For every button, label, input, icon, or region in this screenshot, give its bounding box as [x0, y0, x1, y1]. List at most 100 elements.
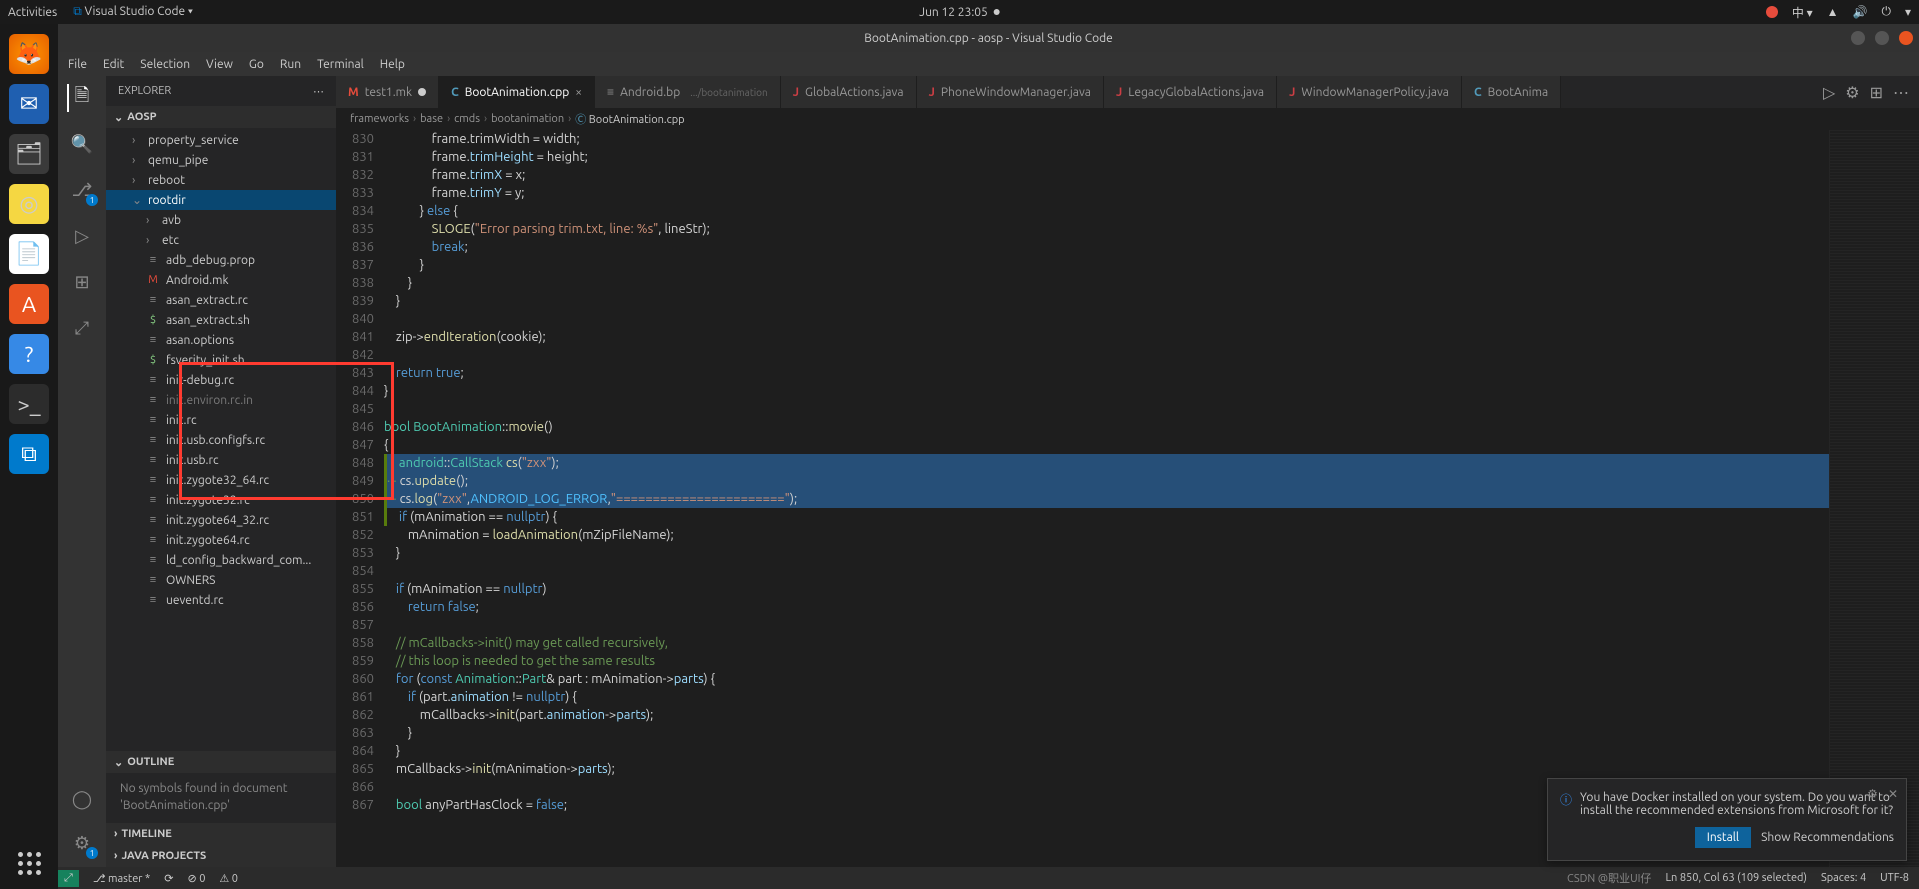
file-init-usb-configfs-rc[interactable]: ≡init.usb.configfs.rc [106, 430, 336, 450]
indent-status[interactable]: Spaces: 4 [1821, 872, 1866, 884]
code-editor[interactable]: 8308318328338348358368378388398408418428… [336, 130, 1919, 867]
activities-button[interactable]: Activities [8, 6, 57, 19]
timeline-section[interactable]: › TIMELINE [106, 823, 336, 845]
thunderbird-icon[interactable]: ✉ [9, 84, 49, 124]
tab-legacyglobalactions-java[interactable]: JLegacyGlobalActions.java [1104, 76, 1277, 108]
tab-bootanimation-cpp[interactable]: CBootAnimation.cpp× [439, 76, 595, 108]
minimize-button[interactable] [1851, 31, 1865, 45]
tab-windowmanagerpolicy-java[interactable]: JWindowManagerPolicy.java [1277, 76, 1462, 108]
warnings-count[interactable]: ⚠ 0 [219, 872, 238, 885]
file-owners[interactable]: ≡OWNERS [106, 570, 336, 590]
libreoffice-icon[interactable]: 📄 [9, 234, 49, 274]
tab-close-icon[interactable]: × [575, 86, 582, 99]
minimap[interactable] [1829, 130, 1919, 867]
remote-activity[interactable]: ⤢ [68, 314, 96, 342]
menu-file[interactable]: File [68, 58, 87, 71]
file-asan-extract-sh[interactable]: $asan_extract.sh [106, 310, 336, 330]
sync-button[interactable]: ⟳ [164, 872, 173, 885]
folder-qemu-pipe[interactable]: qemu_pipe [106, 150, 336, 170]
help-icon[interactable]: ? [9, 334, 49, 374]
file-asan-options[interactable]: ≡asan.options [106, 330, 336, 350]
file-android-mk[interactable]: MAndroid.mk [106, 270, 336, 290]
folder-reboot[interactable]: reboot [106, 170, 336, 190]
settings-gear-icon[interactable]: ⚙1 [68, 829, 96, 857]
errors-count[interactable]: ⊘ 0 [187, 872, 205, 885]
run-icon[interactable]: ▷ [1823, 83, 1835, 102]
tab-test1-mk[interactable]: Mtest1.mk [336, 76, 439, 108]
app-menu[interactable]: ⧉ Visual Studio Code ▾ [73, 5, 193, 19]
file-init-rc[interactable]: ≡init.rc [106, 410, 336, 430]
gear-icon[interactable]: ⚙ [1845, 83, 1859, 102]
tab-phonewindowmanager-java[interactable]: JPhoneWindowManager.java [917, 76, 1104, 108]
file-ueventd-rc[interactable]: ≡ueventd.rc [106, 590, 336, 610]
explorer-more-icon[interactable]: ⋯ [313, 85, 324, 98]
folder-property-service[interactable]: property_service [106, 130, 336, 150]
folder-etc[interactable]: etc [106, 230, 336, 250]
split-icon[interactable]: ⊞ [1870, 83, 1883, 102]
breadcrumb-segment[interactable]: bootanimation [491, 113, 564, 125]
install-button[interactable]: Install [1695, 827, 1751, 848]
extensions-activity[interactable]: ⊞ [68, 268, 96, 296]
notification-gear-icon[interactable]: ⚙ [1867, 787, 1878, 801]
breadcrumb-segment[interactable]: base [420, 113, 443, 125]
java-projects-section[interactable]: › JAVA PROJECTS [106, 845, 336, 867]
network-icon[interactable]: ▲ [1827, 5, 1839, 19]
file-init-zygote32-64-rc[interactable]: ≡init.zygote32_64.rc [106, 470, 336, 490]
notification-close-icon[interactable]: ✕ [1888, 787, 1898, 801]
menu-go[interactable]: Go [249, 58, 264, 71]
breadcrumb[interactable]: frameworks›base›cmds›bootanimation›Ⓒ Boo… [336, 108, 1919, 130]
file-init-debug-rc[interactable]: ≡init-debug.rc [106, 370, 336, 390]
explorer-activity[interactable]: 🗎 [67, 84, 95, 112]
show-recommendations-button[interactable]: Show Recommendations [1761, 827, 1894, 848]
remote-indicator[interactable]: ⤢ [58, 870, 79, 887]
file-init-environ-rc-in[interactable]: ≡init.environ.rc.in [106, 390, 336, 410]
volume-icon[interactable]: 🔊 [1853, 5, 1868, 19]
files-icon[interactable]: 🗂 [9, 134, 49, 174]
git-branch[interactable]: ⎇ master * [93, 872, 150, 885]
vscode-icon[interactable]: ⧉ [9, 434, 49, 474]
clock[interactable]: Jun 12 23:05 [919, 6, 1000, 19]
file-asan-extract-rc[interactable]: ≡asan_extract.rc [106, 290, 336, 310]
more-icon[interactable]: ⋯ [1893, 83, 1909, 102]
account-icon[interactable]: ◯ [68, 785, 96, 813]
file-init-usb-rc[interactable]: ≡init.usb.rc [106, 450, 336, 470]
notification-indicator-icon[interactable] [1766, 6, 1778, 18]
close-button[interactable] [1899, 31, 1913, 45]
tab-globalactions-java[interactable]: JGlobalActions.java [781, 76, 917, 108]
menu-edit[interactable]: Edit [103, 58, 124, 71]
firefox-icon[interactable]: 🦊 [9, 34, 49, 74]
maximize-button[interactable] [1875, 31, 1889, 45]
breadcrumb-segment[interactable]: frameworks [350, 113, 409, 125]
menu-terminal[interactable]: Terminal [317, 58, 364, 71]
system-menu-chevron-icon[interactable]: ▾ [1905, 5, 1911, 19]
tab-android-bp[interactable]: ≡Android.bp.../bootanimation [595, 76, 781, 108]
menu-run[interactable]: Run [280, 58, 301, 71]
search-activity[interactable]: 🔍 [68, 130, 96, 158]
file-init-zygote32-rc[interactable]: ≡init.zygote32.rc [106, 490, 336, 510]
rhythmbox-icon[interactable]: ◎ [9, 184, 49, 224]
show-applications-icon[interactable] [18, 852, 41, 875]
run-activity[interactable]: ▷ [68, 222, 96, 250]
outline-section[interactable]: ⌄ OUTLINE [106, 751, 336, 773]
workspace-root[interactable]: ⌄ AOSP [106, 106, 336, 128]
file-init-zygote64-rc[interactable]: ≡init.zygote64.rc [106, 530, 336, 550]
file-fsverity-init-sh[interactable]: $fsverity_init.sh [106, 350, 336, 370]
menu-selection[interactable]: Selection [140, 58, 190, 71]
breadcrumb-segment[interactable]: cmds [454, 113, 480, 125]
cursor-position[interactable]: Ln 850, Col 63 (109 selected) [1665, 872, 1807, 884]
menu-view[interactable]: View [206, 58, 233, 71]
encoding-status[interactable]: UTF-8 [1880, 872, 1909, 884]
file-adb-debug-prop[interactable]: ≡adb_debug.prop [106, 250, 336, 270]
file-init-zygote64-32-rc[interactable]: ≡init.zygote64_32.rc [106, 510, 336, 530]
menu-help[interactable]: Help [380, 58, 405, 71]
input-method[interactable]: 中 ▾ [1792, 4, 1813, 21]
source-control-activity[interactable]: ⎇1 [68, 176, 96, 204]
folder-avb[interactable]: avb [106, 210, 336, 230]
breadcrumb-segment[interactable]: Ⓒ BootAnimation.cpp [575, 111, 684, 127]
software-icon[interactable]: A [9, 284, 49, 324]
tab-bootanima[interactable]: CBootAnima [1462, 76, 1561, 108]
code-content[interactable]: frame.trimWidth = width; frame.trimHeigh… [384, 130, 1829, 867]
folder-rootdir[interactable]: rootdir [106, 190, 336, 210]
power-icon[interactable]: ⏻ [1881, 5, 1891, 19]
terminal-icon[interactable]: >_ [9, 384, 49, 424]
